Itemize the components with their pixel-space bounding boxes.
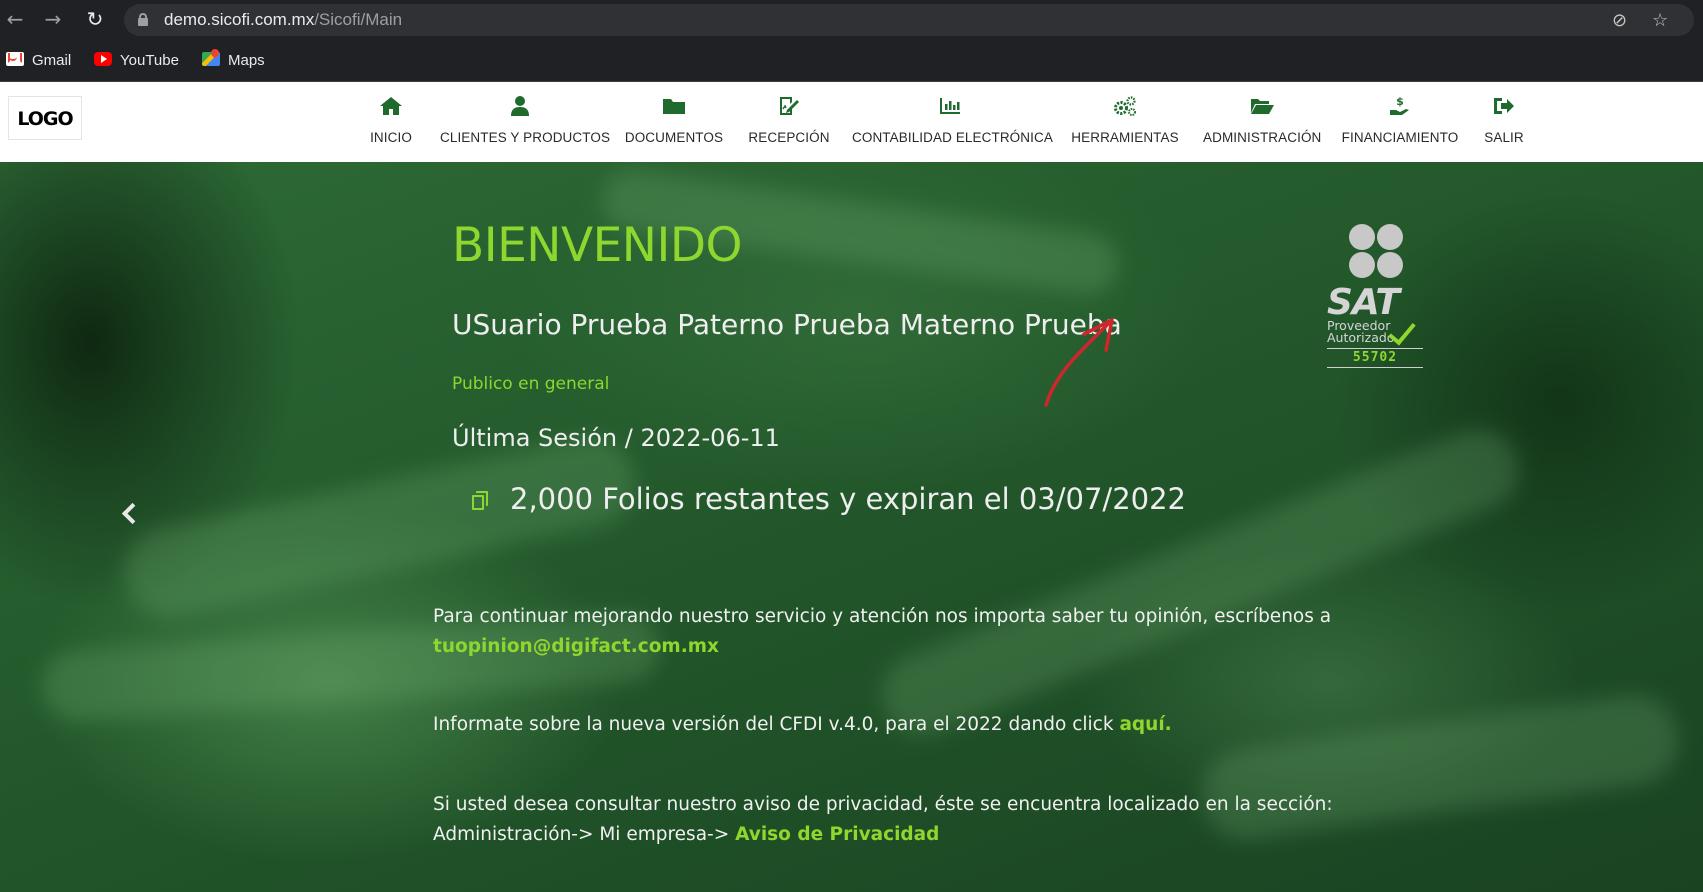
forward-arrow-icon[interactable]: → — [42, 8, 64, 30]
home-icon — [380, 97, 402, 115]
main-navbar: LOGO INICIO CLIENTES Y PRODUCTOS DOCUMEN… — [0, 82, 1703, 162]
nav-salir[interactable]: SALIR — [1482, 82, 1526, 162]
folder-open-icon — [1251, 99, 1274, 114]
bookmark-maps[interactable]: Maps — [202, 50, 265, 72]
url-text[interactable]: demo.sicofi.com.mx/Sicofi/Main — [164, 10, 402, 30]
nav-inicio[interactable]: INICIO — [363, 82, 419, 162]
address-bar[interactable]: demo.sicofi.com.mx/Sicofi/Main ⊘ ☆ — [124, 4, 1694, 36]
gmail-icon — [6, 52, 24, 67]
reload-icon[interactable]: ↻ — [84, 8, 106, 30]
bookmarks-bar: Gmail YouTube Maps — [0, 40, 1703, 82]
opinion-email-link[interactable]: tuopinion@digifact.com.mx — [433, 636, 719, 657]
welcome-title: BIENVENIDO — [452, 218, 743, 273]
copy-icon — [472, 491, 490, 511]
star-icon[interactable]: ☆ — [1652, 10, 1668, 31]
bar-chart-icon — [940, 98, 960, 114]
sat-badge: SAT Proveedor Autorizado 55702 — [1325, 224, 1425, 368]
youtube-icon — [94, 52, 112, 67]
last-session: Última Sesión / 2022-06-11 — [452, 424, 780, 452]
user-role: Publico en general — [452, 374, 610, 394]
maps-icon — [202, 52, 220, 67]
user-full-name: USuario Prueba Paterno Prueba Materno Pr… — [452, 308, 1122, 341]
user-icon — [511, 96, 529, 116]
nav-herramientas[interactable]: HERRAMIENTAS — [1071, 82, 1179, 162]
folder-icon — [663, 99, 685, 114]
site-logo[interactable]: LOGO — [8, 96, 82, 140]
hand-dollar-icon: $ — [1390, 95, 1409, 115]
nav-clientes-y-productos[interactable]: CLIENTES Y PRODUCTOS — [440, 82, 610, 162]
opinion-message: Para continuar mejorando nuestro servici… — [433, 606, 1332, 657]
carousel-prev-arrow-icon[interactable] — [119, 502, 139, 526]
nav-recepcion[interactable]: RECEPCIÓN — [748, 82, 830, 162]
browser-toolbar: ← → ↻ demo.sicofi.com.mx/Sicofi/Main ⊘ ☆ — [0, 0, 1703, 40]
nav-financiamiento[interactable]: $ FINANCIAMIENTO — [1341, 82, 1459, 162]
gears-icon — [1114, 96, 1136, 116]
privacy-notice-link[interactable]: Aviso de Privacidad — [735, 824, 939, 845]
red-annotation-arrow-icon — [1044, 318, 1114, 407]
bookmark-youtube[interactable]: YouTube — [94, 50, 179, 72]
eye-slash-icon[interactable]: ⊘ — [1612, 10, 1627, 31]
lock-icon[interactable] — [138, 13, 148, 26]
nav-administracion[interactable]: ADMINISTRACIÓN — [1203, 82, 1321, 162]
sign-out-icon — [1494, 98, 1514, 114]
signature-icon — [780, 97, 799, 115]
nav-contabilidad-electronica[interactable]: CONTABILIDAD ELECTRÓNICA — [852, 82, 1053, 162]
bookmark-gmail[interactable]: Gmail — [6, 50, 71, 72]
back-arrow-icon[interactable]: ← — [4, 8, 26, 30]
cfdi-message: Informate sobre la nueva versión del CFD… — [433, 714, 1172, 735]
privacy-message: Si usted desea consultar nuestro aviso d… — [433, 794, 1333, 845]
cfdi-link[interactable]: aquí. — [1119, 714, 1171, 735]
nav-documentos[interactable]: DOCUMENTOS — [624, 82, 724, 162]
svg-text:$: $ — [1396, 95, 1404, 108]
welcome-banner: BIENVENIDO USuario Prueba Paterno Prueba… — [0, 162, 1703, 892]
folios-remaining: 2,000 Folios restantes y expiran el 03/0… — [472, 482, 1186, 518]
